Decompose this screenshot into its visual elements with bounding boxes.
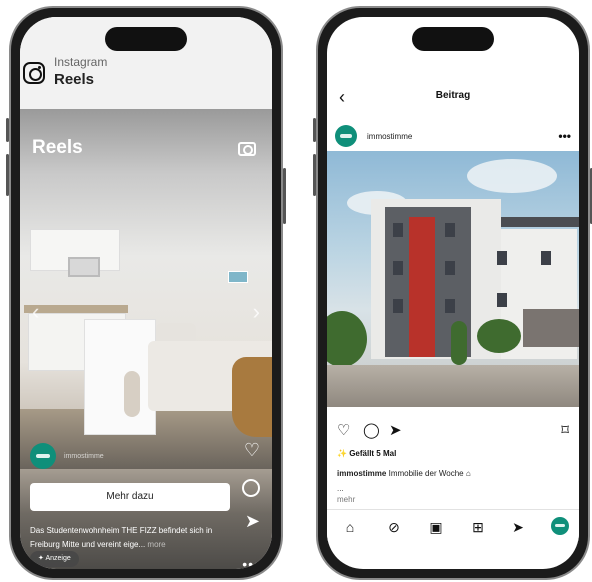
window [497,251,507,265]
volume-up-button [6,118,9,142]
phone-left: Instagram Reels Reels ‹ › immostimme ♡ ➤… [6,6,286,580]
cloud [467,159,557,193]
window [541,251,551,265]
avatar[interactable] [30,443,56,469]
reel-account[interactable]: immostimme [30,443,104,469]
reel-caption-text: Das Studentenwohnheim THE FIZZ befindet … [30,526,213,549]
cactus-decoration [124,371,140,417]
window [497,293,507,307]
power-button [283,168,286,224]
caption-ellipsis: ... [337,484,344,493]
building-red-panel [409,217,435,357]
window [445,261,455,275]
left-screen: Instagram Reels Reels ‹ › immostimme ♡ ➤… [20,17,272,569]
likes-emoji-icon: ✨ [337,449,350,458]
reels-icon[interactable]: ▣ [427,518,445,536]
post-account-name[interactable]: immostimme [367,132,412,141]
window [393,299,403,313]
microwave [68,257,100,277]
post-image[interactable] [327,151,579,407]
heart-icon[interactable]: ♡ [244,440,260,461]
app-name: Instagram [54,55,108,69]
more-icon[interactable]: ••• [242,556,260,569]
caption-username[interactable]: immostimme [337,469,386,478]
garden-shed [523,309,579,347]
bookmark-icon[interactable]: ⌑ [561,421,569,439]
page-title: Beitrag [435,90,471,101]
post-caption: immostimme Immobilie der Woche ⌂ [337,469,577,478]
send-icon[interactable]: ➤ [509,518,527,536]
caption-more-link[interactable]: mehr [337,495,355,504]
comment-icon[interactable] [242,479,260,497]
avatar[interactable] [335,125,357,147]
caption-more-link[interactable]: more [147,540,165,549]
caption-text: Immobilie der Woche [388,469,464,478]
more-options-icon[interactable]: ••• [558,129,571,143]
instagram-logo-icon[interactable] [23,62,45,84]
hedge [477,319,521,353]
home-icon[interactable]: ⌂ [341,518,359,536]
explore-icon[interactable]: ⊘ [385,518,403,536]
page-name: Reels [54,71,95,88]
volume-down-button [313,154,316,196]
share-icon[interactable]: ➤ [245,511,260,532]
window [445,223,455,237]
reel-account-name[interactable]: immostimme [64,453,104,460]
window [393,223,403,237]
comment-icon[interactable]: ◯ [363,421,380,439]
window [445,299,455,313]
right-screen: ‹ Beitrag immostimme ••• ♡ ◯ ➤ ⌑ ✨ Gefäl… [327,17,579,569]
badge-label: Anzeige [45,555,71,562]
dynamic-island [105,27,187,51]
bottom-navigation: ⌂ ⊘ ▣ ⊞ ➤ [327,509,579,541]
create-icon[interactable]: ⊞ [469,518,487,536]
chevron-left-icon[interactable]: ‹ [32,299,39,325]
driveway [327,365,579,407]
post-actions: ♡ ◯ ➤ ⌑ [335,421,571,441]
wall-picture [228,271,248,283]
chevron-right-icon[interactable]: › [253,299,260,325]
window [393,261,403,275]
sponsored-badge: ✦ Anzeige [30,551,79,567]
reel-video[interactable]: Reels ‹ › immostimme ♡ ➤ ••• Mehr dazu D… [20,109,272,569]
post-header: ‹ Beitrag [327,83,579,113]
reel-caption: Das Studentenwohnheim THE FIZZ befindet … [30,524,230,552]
volume-up-button [313,118,316,142]
kitchen-counter [24,305,128,313]
cypress-tree [451,321,467,365]
mehr-dazu-button[interactable]: Mehr dazu [30,483,230,511]
phone-right: ‹ Beitrag immostimme ••• ♡ ◯ ➤ ⌑ ✨ Gefäl… [313,6,592,580]
blanket [232,357,272,437]
dynamic-island [412,27,494,51]
share-icon[interactable]: ➤ [389,421,402,439]
camera-icon[interactable] [238,142,256,156]
post-account-row: immostimme ••• [335,123,571,149]
house-icon: ⌂ [465,469,471,478]
likes-text: Gefällt 5 Mal [349,449,397,458]
room-partition [84,319,156,435]
heart-icon[interactable]: ♡ [337,421,350,439]
reel-title: Reels [32,137,83,158]
profile-avatar[interactable] [551,517,569,535]
likes-count: ✨ Gefällt 5 Mal [337,449,396,458]
tree [327,311,367,367]
volume-down-button [6,154,9,196]
